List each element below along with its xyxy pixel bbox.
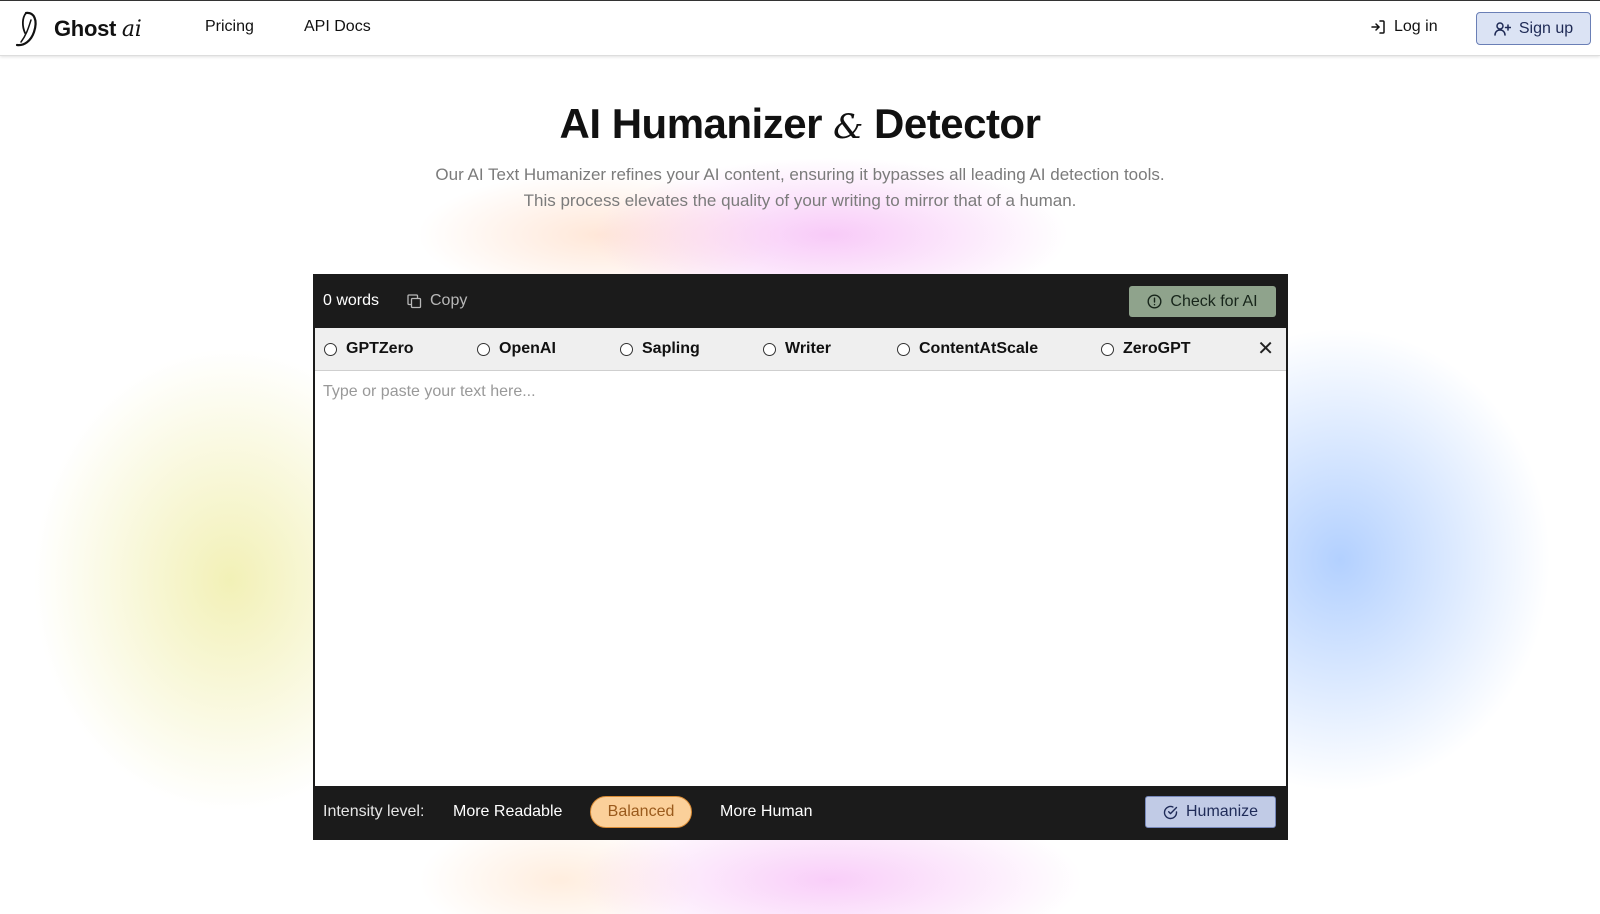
login-button[interactable]: Log in (1370, 18, 1438, 36)
detector-label: Sapling (642, 340, 700, 357)
detector-option-openai[interactable]: OpenAI (477, 340, 556, 358)
close-icon[interactable]: ✕ (1257, 339, 1274, 359)
detector-option-writer[interactable]: Writer (763, 340, 831, 358)
radio-button[interactable] (477, 342, 490, 356)
radio-button[interactable] (897, 342, 910, 356)
alert-circle-icon (1147, 294, 1162, 309)
subtitle-line-1: Our AI Text Humanizer refines your AI co… (435, 165, 1165, 184)
humanize-button[interactable]: Humanize (1145, 796, 1276, 828)
signup-button[interactable]: Sign up (1476, 12, 1591, 45)
text-input[interactable] (315, 371, 1286, 786)
copy-icon (407, 293, 422, 309)
intensity-option-balanced[interactable]: Balanced (590, 796, 692, 828)
intensity-option-more-human[interactable]: More Human (720, 803, 812, 821)
radio-button[interactable] (324, 342, 337, 356)
signup-label: Sign up (1518, 19, 1574, 37)
nav-link-pricing[interactable]: Pricing (205, 18, 254, 36)
detector-label: GPTZero (346, 340, 414, 357)
word-count: 0 words (323, 292, 380, 309)
subtitle-line-2: This process elevates the quality of you… (523, 191, 1077, 210)
radio-button[interactable] (763, 342, 776, 356)
brand-name: Ghost ai (54, 16, 142, 42)
check-for-ai-label: Check for AI (1170, 292, 1258, 310)
detector-option-gptzero[interactable]: GPTZero (324, 340, 414, 358)
user-plus-icon (1494, 21, 1511, 37)
check-circle-icon (1163, 805, 1178, 820)
detector-option-sapling[interactable]: Sapling (620, 340, 700, 358)
log-in-icon (1370, 19, 1386, 35)
detector-label: ZeroGPT (1123, 340, 1191, 357)
page-title: AI Humanizer & Detector (559, 100, 1041, 147)
copy-button[interactable]: Copy (407, 292, 467, 310)
check-for-ai-button[interactable]: Check for AI (1129, 286, 1276, 317)
intensity-bar: Intensity level: More Readable Balanced … (315, 786, 1286, 838)
intensity-option-more-readable[interactable]: More Readable (453, 803, 562, 821)
radio-button[interactable] (620, 342, 633, 356)
nav-link-api-docs[interactable]: API Docs (304, 18, 371, 36)
copy-label: Copy (430, 292, 468, 309)
humanize-label: Humanize (1185, 803, 1259, 820)
radio-button[interactable] (1101, 342, 1114, 356)
intensity-label: Intensity level: (323, 803, 425, 820)
page-subtitle: Our AI Text Humanizer refines your AI co… (0, 162, 1600, 214)
top-navbar: Ghost ai Pricing API Docs Log in Sign up (0, 0, 1600, 56)
editor-toolbar: 0 words Copy Check for AI (315, 276, 1286, 328)
editor-card: 0 words Copy Check for AI GPTZero OpenAI… (313, 274, 1288, 840)
detector-selector: GPTZero OpenAI Sapling Writer ContentAtS… (315, 328, 1286, 371)
detector-label: ContentAtScale (919, 340, 1039, 357)
detector-label: OpenAI (499, 340, 556, 357)
login-label: Log in (1394, 18, 1438, 35)
detector-option-zerogpt[interactable]: ZeroGPT (1101, 340, 1191, 358)
brand-suffix: ai (121, 17, 142, 42)
detector-option-contentatscale[interactable]: ContentAtScale (897, 340, 1038, 358)
brand-logo[interactable]: Ghost ai (12, 10, 142, 48)
ghost-feather-icon (12, 10, 42, 48)
detector-label: Writer (785, 340, 831, 357)
